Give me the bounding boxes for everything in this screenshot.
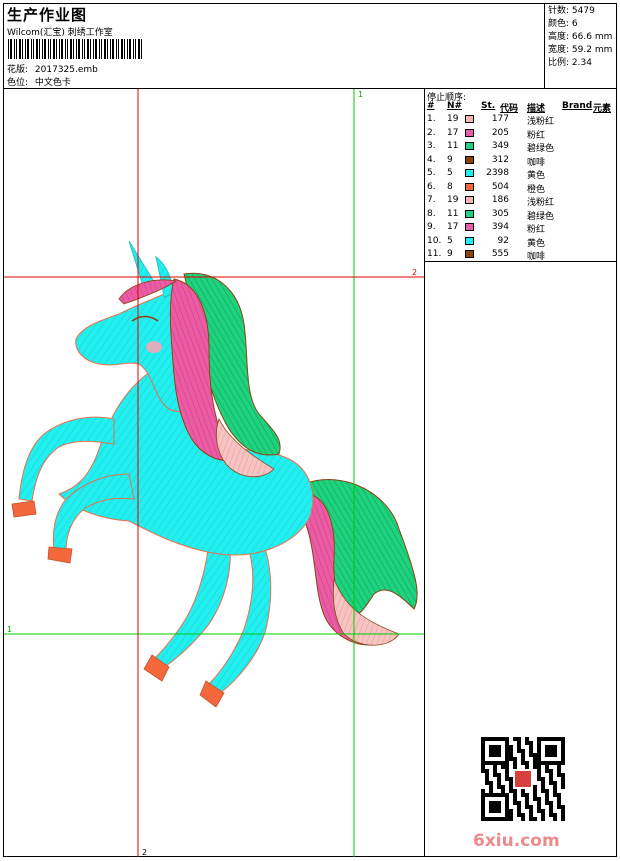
color-swatch (465, 169, 474, 177)
stop-row: 8. 11 305 碧绿色 (427, 208, 615, 222)
stat-width: 宽度: 59.2 mm (548, 45, 613, 55)
stop-row-index: 7. (427, 195, 436, 205)
stop-row-n: 8 (447, 181, 453, 192)
stop-row-st: 394 (491, 222, 509, 232)
stop-row-desc: 黄色 (527, 238, 546, 249)
stop-row-st: 186 (491, 195, 509, 205)
stop-row-st: 555 (491, 249, 509, 259)
stop-row-st: 312 (491, 154, 509, 165)
stop-row-n: 9 (447, 154, 453, 165)
stop-row-st: 305 (491, 208, 509, 219)
stop-row-desc: 粉红 (527, 130, 546, 141)
stat-height: 高度: 66.6 mm (548, 32, 613, 42)
color-card-line: 色位: 中文色卡 (7, 75, 71, 88)
site-watermark: 6xiu.com (473, 831, 560, 851)
stat-scale: 比例: 2.34 (548, 58, 592, 68)
color-swatch (465, 115, 474, 123)
color-swatch (465, 250, 474, 258)
stop-row-desc: 粉红 (527, 225, 546, 235)
col-n: N# (447, 101, 463, 111)
design-file-label: 花版: (7, 65, 29, 75)
design-file-line: 花版: 2017325.emb (7, 62, 98, 75)
stop-row-st: 349 (491, 141, 509, 151)
barcode-image (8, 39, 142, 59)
stop-row-n: 17 (447, 127, 459, 138)
page-title: 生产作业图 (7, 6, 88, 24)
stop-row-desc: 咖啡 (527, 157, 546, 168)
stop-row-index: 10. (427, 235, 442, 246)
color-card-label: 色位: (7, 78, 29, 88)
stop-row-desc: 黄色 (527, 171, 546, 181)
stop-row: 10. 5 92 黄色 (427, 235, 615, 249)
stop-row-st: 177 (491, 114, 509, 124)
color-swatch (465, 223, 474, 231)
color-swatch (465, 155, 474, 164)
stat-stitches: 针数: 5479 (548, 6, 595, 16)
col-brand: Brand (562, 101, 593, 111)
color-swatch (465, 142, 474, 150)
color-swatch (465, 196, 474, 204)
color-swatch (465, 209, 474, 218)
col-index: # (427, 101, 435, 111)
stop-sequence-panel: 停止顺序: # N# St. 代码 描述 Brand 元素 1. 19 177 浅粉红… (424, 89, 617, 857)
stop-row: 11. 9 555 咖啡 (427, 248, 615, 262)
stop-row: 5. 5 2398 黄色 (427, 167, 615, 181)
stop-row-desc: 浅粉红 (527, 198, 555, 208)
col-st: St. (481, 101, 496, 111)
studio-name: Wilcom(汇宝) 刺绣工作室 (7, 28, 113, 38)
stop-row-index: 8. (427, 208, 436, 219)
color-swatch (465, 236, 474, 245)
stop-row: 3. 11 349 碧绿色 (427, 140, 615, 154)
stats-panel: 针数: 5479 颜色: 6 高度: 66.6 mm 宽度: 59.2 mm 比… (544, 3, 617, 89)
stop-row-n: 5 (447, 168, 453, 178)
stop-sequence-header: # N# St. 代码 描述 Brand 元素 (427, 101, 615, 114)
stop-row-n: 19 (447, 195, 459, 205)
stop-row-st: 205 (491, 127, 509, 138)
stop-sequence-rows: 1. 19 177 浅粉红 2. 17 205 粉红 3. 11 349 碧绿色 4. 9 312 咖啡 5. 5… (427, 113, 615, 262)
stop-row-n: 11 (447, 141, 459, 151)
stop-row-n: 17 (447, 222, 459, 232)
stop-row-n: 11 (447, 208, 459, 219)
color-card-name: 中文色卡 (34, 78, 71, 88)
stop-row-desc: 碧绿色 (527, 211, 555, 222)
stop-row: 6. 8 504 橙色 (427, 181, 615, 195)
stop-row-index: 6. (427, 181, 436, 192)
stop-row-index: 11. (427, 249, 442, 259)
stop-row: 1. 19 177 浅粉红 (427, 113, 615, 127)
stop-row-st: 2398 (486, 168, 509, 178)
qr-code-image (481, 737, 565, 821)
stop-row-n: 19 (447, 114, 459, 124)
stop-row-index: 2. (427, 127, 436, 138)
stop-row-st: 92 (497, 235, 509, 246)
stop-row: 4. 9 312 咖啡 (427, 154, 615, 168)
stop-row-index: 1. (427, 114, 436, 124)
stop-row: 9. 17 394 粉红 (427, 221, 615, 235)
stop-row-desc: 橙色 (527, 184, 546, 195)
stop-row-desc: 浅粉红 (527, 117, 555, 127)
guide-label-red-v: 2 (142, 848, 147, 857)
unicorn-embroidery-image: 1 2 1 2 (4, 89, 424, 857)
stop-row-index: 5. (427, 168, 436, 178)
guide-label-green-h: 1 (7, 625, 12, 634)
stat-colors: 颜色: 6 (548, 19, 578, 29)
stop-row: 2. 17 205 粉红 (427, 127, 615, 141)
design-preview: 1 2 1 2 (4, 89, 424, 857)
stop-row-n: 5 (447, 235, 453, 246)
color-swatch (465, 128, 474, 137)
guide-label-red-h: 2 (412, 268, 417, 277)
design-file-name: 2017325.emb (34, 65, 98, 75)
stop-row-index: 3. (427, 141, 436, 151)
stop-row: 7. 19 186 浅粉红 (427, 194, 615, 208)
stop-row-st: 504 (491, 181, 509, 192)
stop-row-n: 9 (447, 249, 453, 259)
guide-label-green-v: 1 (358, 90, 363, 99)
tail-shape (303, 479, 418, 646)
panel-divider (425, 261, 617, 262)
header: 生产作业图 Wilcom(汇宝) 刺绣工作室 花版: 2017325.emb 色… (4, 3, 544, 89)
stop-row-desc: 碧绿色 (527, 144, 555, 154)
stop-row-index: 9. (427, 222, 436, 232)
color-swatch (465, 182, 474, 191)
stop-row-index: 4. (427, 154, 436, 165)
